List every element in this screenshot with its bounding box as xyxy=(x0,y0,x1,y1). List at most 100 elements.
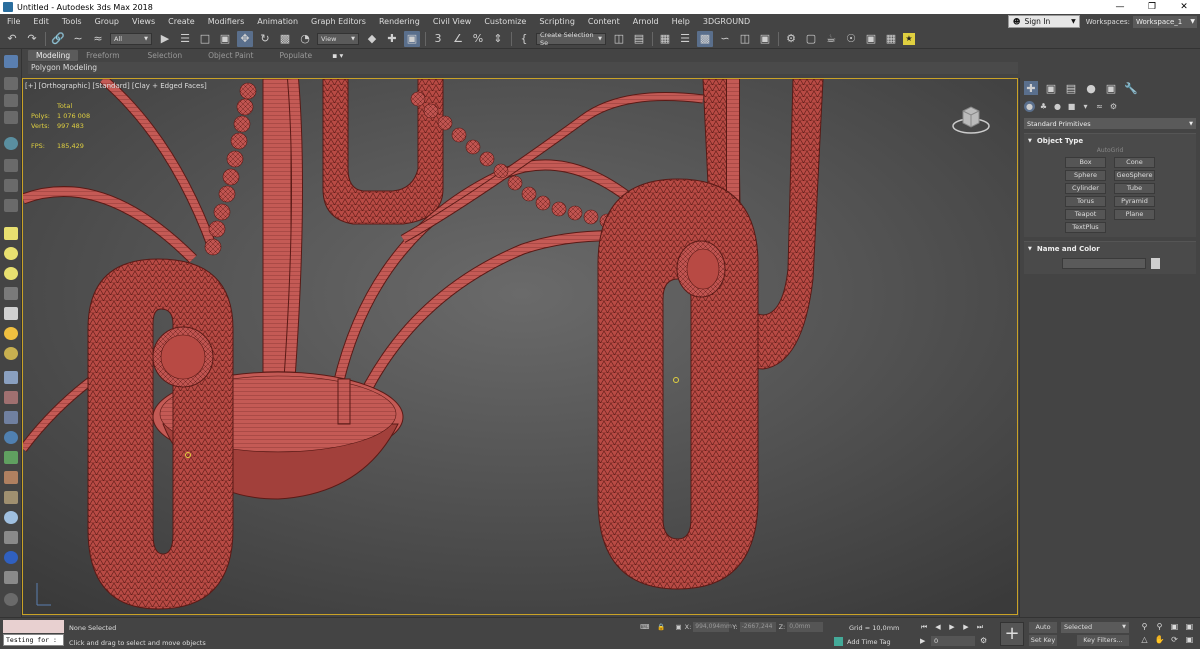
menu-edit[interactable]: Edit xyxy=(26,17,55,26)
menu-file[interactable]: File xyxy=(0,17,26,26)
torus-button[interactable]: Torus xyxy=(1065,196,1106,207)
ref-coord-dropdown[interactable]: View ▼ xyxy=(317,32,359,45)
pyramid-button[interactable]: Pyramid xyxy=(1114,196,1155,207)
angle-snap-icon[interactable]: ∠ xyxy=(450,31,466,47)
geometry-icon[interactable]: ● xyxy=(1024,100,1035,112)
snap-3d-icon[interactable]: 3 xyxy=(430,31,446,47)
3dground-icon[interactable]: ★ xyxy=(903,32,915,45)
material-editor-icon[interactable]: ▣ xyxy=(757,31,773,47)
menu-arnold[interactable]: Arnold xyxy=(626,17,665,26)
sphere-button[interactable]: Sphere xyxy=(1065,170,1106,181)
tab-freeform[interactable]: Freeform xyxy=(86,51,119,60)
maxscript-listener-input[interactable]: Testing for : xyxy=(3,634,64,646)
lock-icon[interactable]: 🔒 xyxy=(657,623,665,631)
object-type-header[interactable]: ▼ Object Type xyxy=(1024,134,1196,147)
render-online-icon[interactable]: ▣ xyxy=(863,31,879,47)
orbit-icon[interactable]: ⟳ xyxy=(1168,634,1181,645)
redo-icon[interactable]: ↷ xyxy=(24,31,40,47)
scene-explorer-icon[interactable]: ▦ xyxy=(657,31,673,47)
create-icon[interactable] xyxy=(4,77,18,90)
pan-icon[interactable]: ✋ xyxy=(1153,634,1166,645)
modify-list-icon[interactable] xyxy=(4,94,18,107)
helpers-icon[interactable]: ▾ xyxy=(1080,101,1091,112)
select-by-name-icon[interactable]: ☰ xyxy=(177,31,193,47)
hierarchy-tab-icon[interactable]: ▤ xyxy=(1064,81,1078,95)
hierarchy-icon[interactable] xyxy=(4,111,18,124)
key-mode-dropdown[interactable]: Selected ▼ xyxy=(1061,622,1129,633)
daylight-icon[interactable] xyxy=(4,347,18,360)
utilities-tab-icon[interactable]: 🔧 xyxy=(1124,81,1138,95)
previous-frame-icon[interactable]: ◀ xyxy=(932,621,944,633)
menu-3dground[interactable]: 3DGROUND xyxy=(696,17,756,26)
select-manipulate-icon[interactable]: ✚ xyxy=(384,31,400,47)
brush-icon[interactable] xyxy=(4,471,18,484)
perspective-viewport[interactable]: [+] [Orthographic] [Standard] [Clay + Ed… xyxy=(22,78,1018,615)
menu-customize[interactable]: Customize xyxy=(477,17,532,26)
animation-tools-icon[interactable] xyxy=(4,159,18,172)
walkthrough-icon[interactable] xyxy=(4,137,18,150)
tab-populate[interactable]: Populate xyxy=(279,51,312,60)
absolute-mode-icon[interactable]: ▣ xyxy=(675,623,681,631)
sign-in-dropdown[interactable]: ☻ Sign In ▼ xyxy=(1007,15,1080,28)
torus-icon[interactable] xyxy=(4,287,18,300)
zoom-all-icon[interactable]: ⚲ xyxy=(1153,621,1166,632)
lights-icon[interactable]: ● xyxy=(1052,101,1063,112)
curve-editor-icon[interactable]: ∽ xyxy=(717,31,733,47)
link-icon[interactable]: 🔗 xyxy=(50,31,66,47)
menu-rendering[interactable]: Rendering xyxy=(372,17,426,26)
plane-button[interactable]: Plane xyxy=(1114,209,1155,220)
menu-group[interactable]: Group xyxy=(88,17,125,26)
maxscript-mini-listener[interactable] xyxy=(3,620,64,633)
layer-explorer-icon[interactable]: ☰ xyxy=(677,31,693,47)
globe-icon[interactable] xyxy=(4,431,18,444)
move-icon[interactable]: ✥ xyxy=(237,30,253,47)
maximize-button[interactable]: ❐ xyxy=(1136,0,1168,14)
render-setup-icon[interactable]: ⚙ xyxy=(783,31,799,47)
menu-tools[interactable]: Tools xyxy=(55,17,88,26)
menu-civil-view[interactable]: Civil View xyxy=(426,17,478,26)
ribbon-toggle-icon[interactable]: ▩ xyxy=(697,30,713,47)
time-config-icon[interactable]: ⚙ xyxy=(980,636,987,645)
tube-button[interactable]: Tube xyxy=(1114,183,1155,194)
reaction-icon[interactable] xyxy=(4,179,18,192)
x-coord-field[interactable]: 994,094mm xyxy=(693,622,732,632)
biped-icon[interactable] xyxy=(4,411,18,424)
edit-named-sets-icon[interactable]: { xyxy=(516,31,532,47)
render-layers-icon[interactable]: ▦ xyxy=(883,31,899,47)
named-selection-set-dropdown[interactable]: Create Selection Se ▼ xyxy=(536,31,606,47)
add-time-tag[interactable]: Add Time Tag xyxy=(834,637,891,646)
menu-graph-editors[interactable]: Graph Editors xyxy=(304,17,372,26)
zoom-icon[interactable]: ⚲ xyxy=(1138,621,1151,632)
scroll-icon[interactable] xyxy=(4,593,18,606)
menu-content[interactable]: Content xyxy=(581,17,626,26)
placement-icon[interactable]: ◔ xyxy=(297,31,313,47)
geosphere-button[interactable]: GeoSphere xyxy=(1114,170,1155,181)
selection-filter-dropdown[interactable]: All ▼ xyxy=(110,32,152,45)
name-and-color-header[interactable]: ▼ Name and Color xyxy=(1024,242,1196,255)
views-cube-icon[interactable] xyxy=(4,55,18,68)
key-filters-button[interactable]: Key Filters... xyxy=(1077,635,1129,646)
zoom-extents-all-icon[interactable]: ▣ xyxy=(1183,621,1196,632)
menu-help[interactable]: Help xyxy=(665,17,696,26)
primitive-category-dropdown[interactable]: Standard Primitives ▼ xyxy=(1024,118,1196,129)
render-frame-icon[interactable]: ▢ xyxy=(803,31,819,47)
z-coord-field[interactable]: 0,0mm xyxy=(787,622,824,632)
render-production-icon[interactable]: ☉ xyxy=(843,31,859,47)
scale-icon[interactable]: ▩ xyxy=(277,31,293,47)
go-to-end-icon[interactable]: ⏭ xyxy=(974,621,986,633)
cameras-icon[interactable]: ■ xyxy=(1066,101,1077,112)
light-icon[interactable] xyxy=(4,227,18,240)
polygon-modeling-panel[interactable]: Polygon Modeling xyxy=(31,63,97,72)
render-icon[interactable]: ☕ xyxy=(823,31,839,47)
ribbon-options-icon[interactable]: ▪ ▾ xyxy=(332,51,343,60)
unlink-icon[interactable]: ∼ xyxy=(70,31,86,47)
autogrid-checkbox[interactable]: AutoGrid xyxy=(1024,147,1196,157)
select-object-icon[interactable]: ▶ xyxy=(157,31,173,47)
window-crossing-icon[interactable]: ▣ xyxy=(217,31,233,47)
foliage-icon[interactable] xyxy=(4,451,18,464)
play-icon[interactable]: ▶ xyxy=(946,621,958,633)
menu-modifiers[interactable]: Modifiers xyxy=(201,17,251,26)
shapes-icon[interactable]: ♣ xyxy=(1038,101,1049,112)
media-icon[interactable] xyxy=(4,551,18,564)
field-of-view-icon[interactable]: △ xyxy=(1138,634,1151,645)
